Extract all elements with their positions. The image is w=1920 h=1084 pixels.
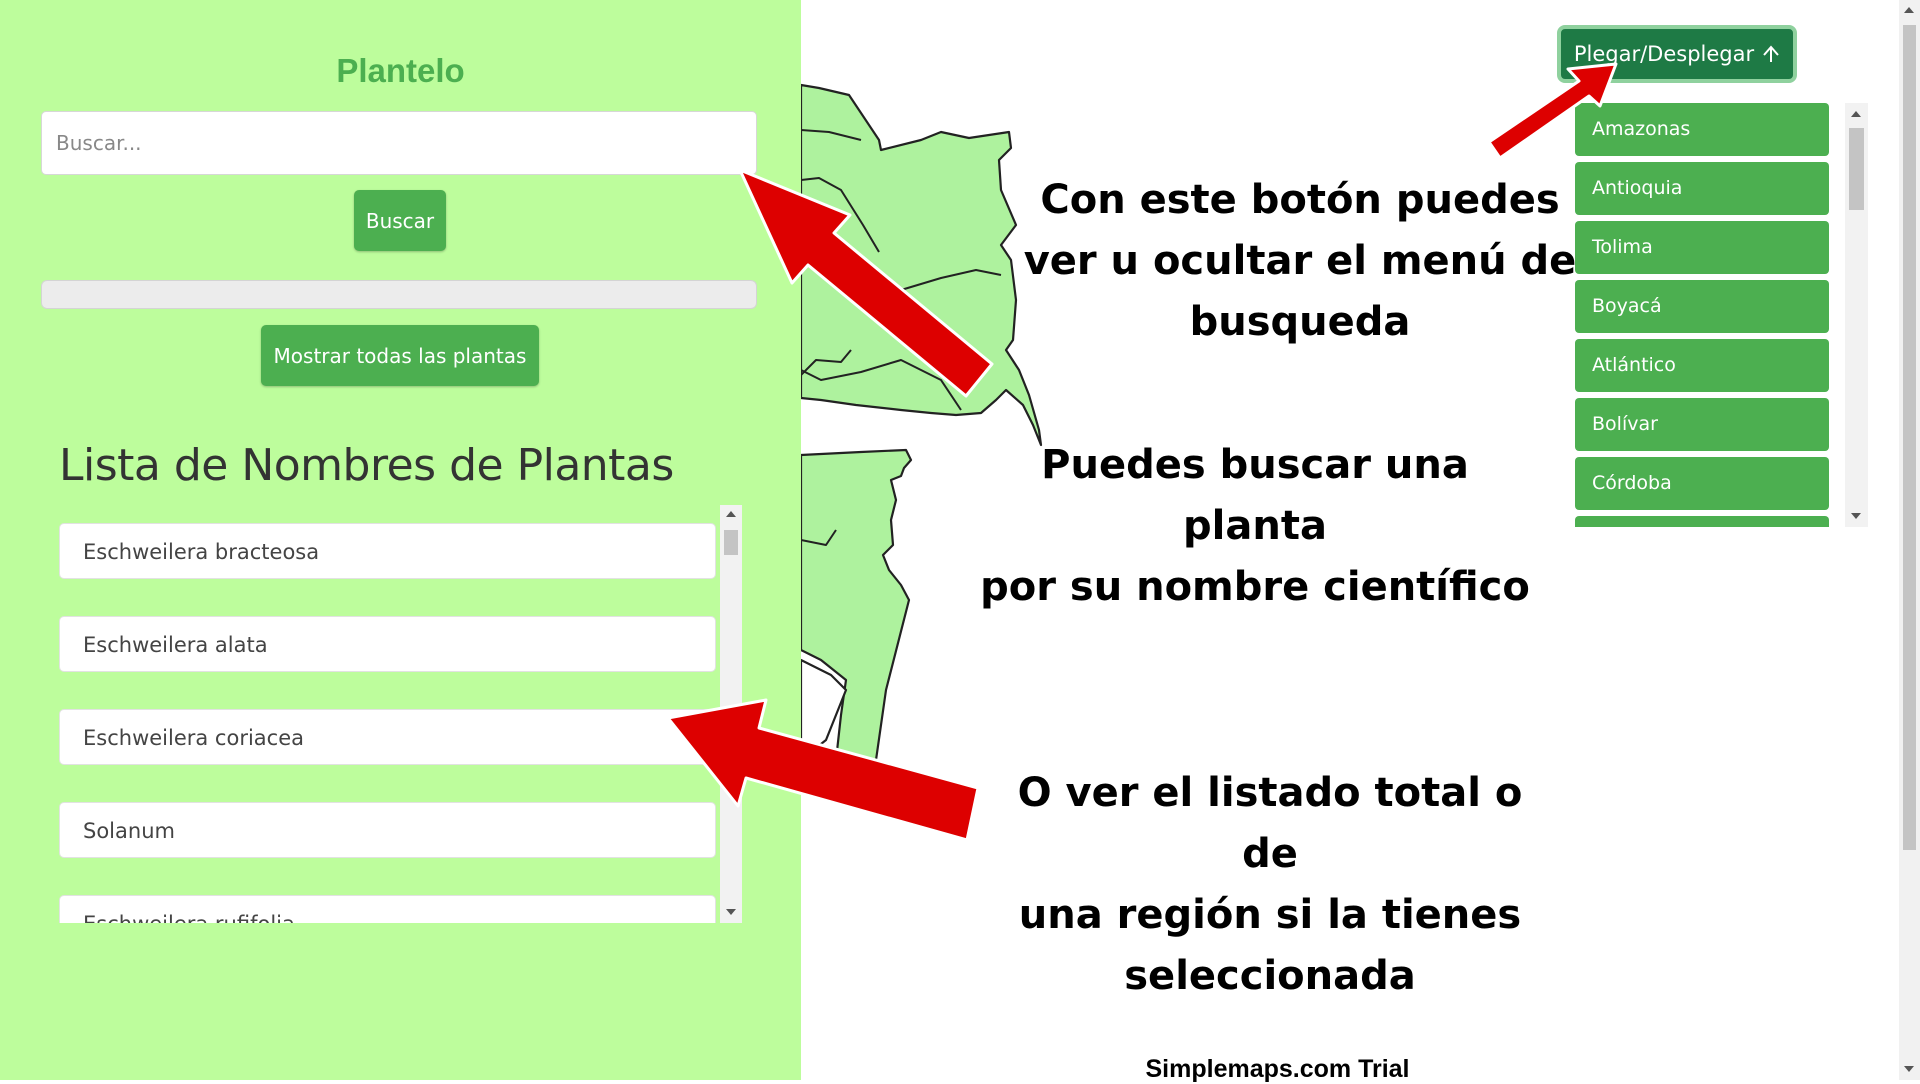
map-region (801, 83, 1043, 447)
region-item-amazonas[interactable]: Amazonas (1575, 103, 1829, 156)
scroll-thumb[interactable] (724, 530, 738, 555)
scroll-down-arrow-icon[interactable] (726, 909, 736, 915)
collapse-arrow-icon (1763, 45, 1779, 62)
region-item-antioquia[interactable]: Antioquia (1575, 162, 1829, 215)
toggle-menu-button[interactable]: Plegar/Desplegar (1557, 25, 1797, 83)
annotation-toggle-note: Con este botón puedes ver u ocultar el m… (1020, 170, 1580, 353)
show-all-plants-button[interactable]: Mostrar todas las plantas (261, 325, 539, 386)
plant-list-scrollbar[interactable] (720, 505, 742, 923)
annotation-line: Con este botón puedes (1040, 177, 1560, 223)
annotation-search-note: Puedes buscar una planta por su nombre c… (965, 435, 1545, 618)
plant-list-item[interactable]: Eschweilera rufifolia (59, 895, 716, 923)
toggle-menu-label: Plegar/Desplegar (1573, 42, 1755, 66)
scroll-down-arrow-icon[interactable] (1904, 1066, 1914, 1072)
annotation-line: ver u ocultar el menú de (1023, 238, 1577, 284)
plant-list-item[interactable]: Eschweilera coriacea (59, 709, 716, 765)
search-sidebar: Plantelo Buscar Mostrar todas las planta… (0, 0, 801, 1080)
scroll-thumb[interactable] (1849, 128, 1864, 210)
region-list-scrollbar[interactable] (1845, 103, 1868, 527)
page-scrollbar[interactable] (1899, 0, 1920, 1080)
region-item-partial[interactable] (1575, 516, 1829, 527)
scroll-down-arrow-icon[interactable] (1851, 513, 1861, 519)
app-title: Plantelo (336, 52, 465, 89)
region-item-boyaca[interactable]: Boyacá (1575, 280, 1829, 333)
scroll-up-arrow-icon[interactable] (1904, 7, 1914, 13)
region-list[interactable]: Amazonas Antioquia Tolima Boyacá Atlánti… (1575, 103, 1829, 527)
annotation-line: O ver el listado total o de (1017, 770, 1523, 877)
search-input[interactable] (41, 111, 757, 175)
scroll-thumb[interactable] (1903, 25, 1916, 850)
annotation-line: Puedes buscar una planta (1041, 442, 1469, 549)
region-item-atlantico[interactable]: Atlántico (1575, 339, 1829, 392)
scroll-up-arrow-icon[interactable] (1851, 111, 1861, 117)
colombia-map[interactable] (801, 0, 1101, 780)
plant-list-item[interactable]: Eschweilera bracteosa (59, 523, 716, 579)
annotation-line: seleccionada (1124, 953, 1416, 999)
plant-list-item[interactable]: Solanum (59, 802, 716, 858)
scroll-up-arrow-icon[interactable] (726, 511, 736, 517)
search-button[interactable]: Buscar (354, 190, 446, 251)
plant-list-heading: Lista de Nombres de Plantas (59, 440, 674, 491)
annotation-list-note: O ver el listado total o de una región s… (990, 763, 1550, 1007)
plant-list[interactable]: Eschweilera bracteosa Eschweilera alata … (59, 505, 742, 923)
region-item-bolivar[interactable]: Bolívar (1575, 398, 1829, 451)
annotation-line: por su nombre científico (980, 564, 1530, 610)
annotation-line: una región si la tienes (1018, 892, 1522, 938)
plant-list-item[interactable]: Eschweilera alata (59, 616, 716, 672)
search-progress-bar (41, 280, 757, 309)
region-item-tolima[interactable]: Tolima (1575, 221, 1829, 274)
annotation-line: busqueda (1189, 299, 1411, 345)
region-item-cordoba[interactable]: Córdoba (1575, 457, 1829, 510)
